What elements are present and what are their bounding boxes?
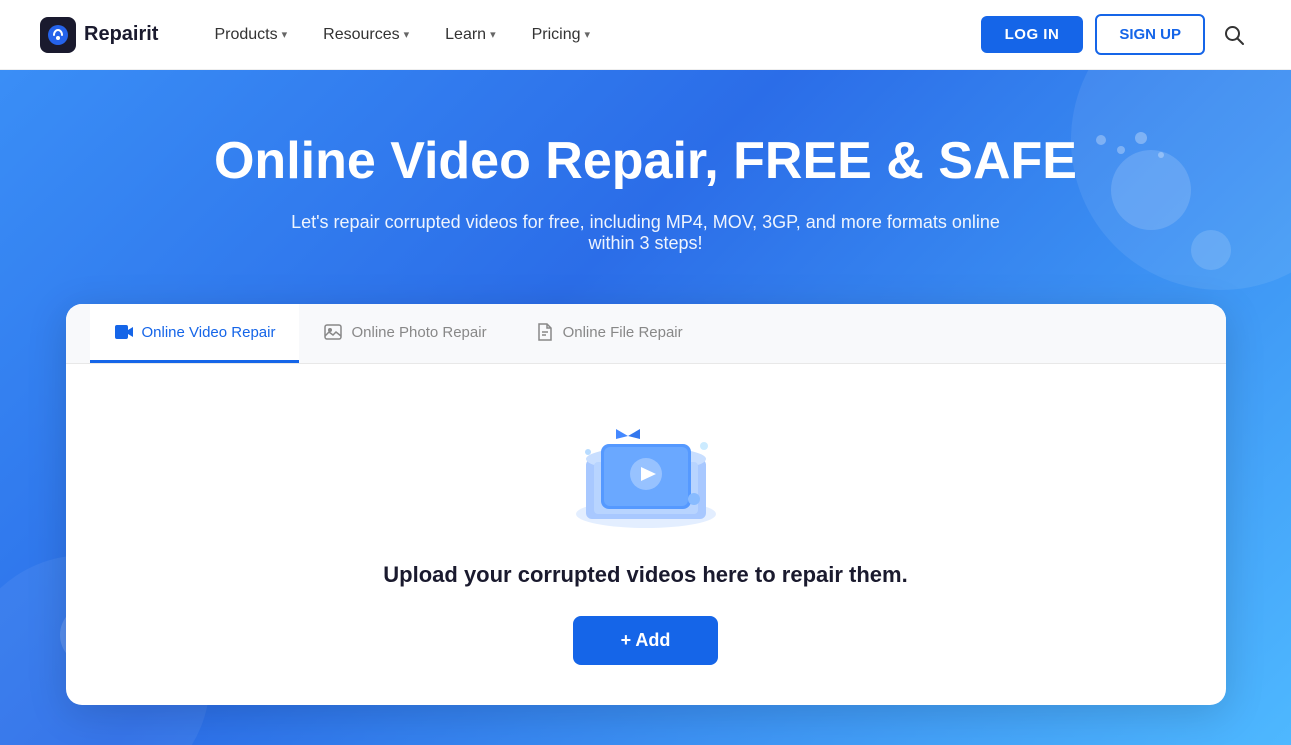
tab-file-repair-label: Online File Repair (563, 324, 683, 341)
add-button[interactable]: + Add (573, 616, 719, 665)
decorative-bubble-2 (1191, 230, 1231, 270)
hero-title: Online Video Repair, FREE & SAFE (214, 130, 1077, 192)
video-tab-icon (114, 322, 134, 342)
nav-pricing[interactable]: Pricing ▾ (516, 18, 606, 52)
search-button[interactable] (1217, 18, 1251, 52)
video-illustration (546, 404, 746, 534)
hero-subtitle: Let's repair corrupted videos for free, … (286, 212, 1006, 254)
card-body: Upload your corrupted videos here to rep… (66, 364, 1226, 705)
tab-file-repair[interactable]: Online File Repair (511, 304, 707, 363)
upload-text: Upload your corrupted videos here to rep… (383, 562, 907, 588)
nav-actions: LOG IN SIGN UP (981, 14, 1251, 55)
search-icon (1223, 24, 1245, 46)
logo-text: Repairit (84, 23, 158, 46)
tab-photo-repair-label: Online Photo Repair (351, 324, 486, 341)
repair-card: Online Video Repair Online Photo Repair (66, 304, 1226, 705)
tab-photo-repair[interactable]: Online Photo Repair (299, 304, 510, 363)
logo-icon (40, 17, 76, 53)
hero-section: Online Video Repair, FREE & SAFE Let's r… (0, 70, 1291, 745)
login-button[interactable]: LOG IN (981, 16, 1084, 53)
file-tab-icon (535, 322, 555, 342)
logo-link[interactable]: Repairit (40, 17, 158, 53)
nav-resources[interactable]: Resources ▾ (307, 18, 425, 52)
nav-learn[interactable]: Learn ▾ (429, 18, 511, 52)
nav-links: Products ▾ Resources ▾ Learn ▾ Pricing ▾ (198, 18, 980, 52)
tab-video-repair-label: Online Video Repair (142, 324, 276, 341)
products-chevron-icon: ▾ (282, 28, 288, 41)
decorative-dots (1091, 130, 1171, 190)
resources-chevron-icon: ▾ (404, 28, 410, 41)
pricing-chevron-icon: ▾ (585, 28, 591, 41)
learn-chevron-icon: ▾ (490, 28, 496, 41)
nav-products[interactable]: Products ▾ (198, 18, 303, 52)
navbar: Repairit Products ▾ Resources ▾ Learn ▾ … (0, 0, 1291, 70)
tab-video-repair[interactable]: Online Video Repair (90, 304, 300, 363)
photo-tab-icon (323, 322, 343, 342)
signup-button[interactable]: SIGN UP (1095, 14, 1205, 55)
card-tabs: Online Video Repair Online Photo Repair (66, 304, 1226, 364)
